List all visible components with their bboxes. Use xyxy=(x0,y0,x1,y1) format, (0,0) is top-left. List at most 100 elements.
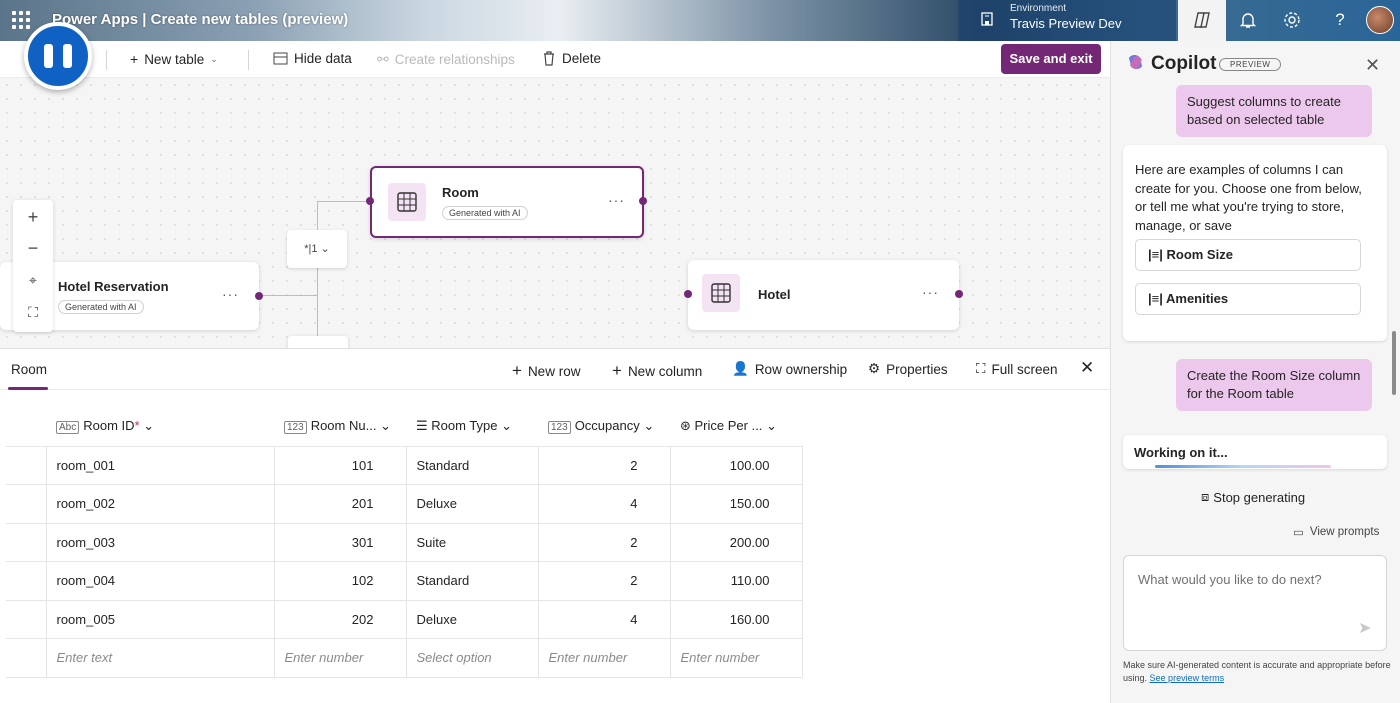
column-header[interactable]: Abc Room ID* ⌄ xyxy=(46,406,274,447)
connection-handle[interactable] xyxy=(955,290,963,298)
zoom-out-icon[interactable]: − xyxy=(13,233,53,263)
table-row[interactable]: room_002 201 Deluxe 4 150.00 xyxy=(6,484,803,524)
hotel-table-node[interactable]: Hotel ··· xyxy=(688,260,959,330)
table-cell[interactable]: room_005 xyxy=(46,600,275,639)
row-selector[interactable] xyxy=(6,523,47,562)
column-header[interactable]: 123 Room Nu... ⌄ xyxy=(274,406,406,447)
table-cell[interactable]: Deluxe xyxy=(406,600,539,639)
table-cell[interactable]: 150.00 xyxy=(670,484,803,524)
new-table-button[interactable]: + New table ⌄ xyxy=(130,51,218,67)
help-icon[interactable]: ? xyxy=(1330,10,1350,30)
bell-icon[interactable] xyxy=(1238,10,1258,30)
environment-picker[interactable]: Environment Travis Preview Dev xyxy=(958,0,1176,41)
placeholder-cell[interactable]: Enter number xyxy=(670,638,803,678)
new-row-button[interactable]: + New row xyxy=(512,361,580,381)
table-cell[interactable]: Deluxe xyxy=(406,484,539,524)
row-selector[interactable] xyxy=(6,484,47,524)
gear-icon[interactable] xyxy=(1282,10,1302,30)
table-cell[interactable]: Standard xyxy=(406,446,539,485)
save-and-exit-button[interactable]: Save and exit xyxy=(1001,44,1101,74)
row-selector[interactable] xyxy=(6,561,47,601)
column-header[interactable]: 123 Occupancy ⌄ xyxy=(538,406,670,447)
zoom-in-icon[interactable]: + xyxy=(13,202,53,232)
fit-view-icon[interactable]: ⌖ xyxy=(13,265,53,295)
table-cell[interactable]: Standard xyxy=(406,561,539,601)
table-grid-icon xyxy=(388,183,426,221)
table-cell[interactable]: 201 xyxy=(274,484,407,524)
progress-bar xyxy=(1155,465,1331,468)
more-options-icon[interactable]: ··· xyxy=(608,192,625,208)
column-header[interactable]: ☰ Room Type ⌄ xyxy=(406,406,538,447)
scrollbar[interactable] xyxy=(1392,331,1396,395)
node-name: Hotel Reservation xyxy=(58,279,169,294)
placeholder-cell[interactable]: Select option xyxy=(406,638,539,678)
close-icon[interactable]: ✕ xyxy=(1080,358,1094,378)
table-cell[interactable]: 2 xyxy=(538,446,671,485)
table-cell[interactable]: 4 xyxy=(538,484,671,524)
new-column-button[interactable]: + New column xyxy=(612,361,702,381)
diagram-canvas[interactable]: *|1 ⌄ Room Generated with AI ··· Hotel R… xyxy=(0,78,1110,348)
properties-button[interactable]: ⚙ Properties xyxy=(868,361,948,377)
preview-badge: PREVIEW xyxy=(1219,58,1282,71)
connection-handle[interactable] xyxy=(366,197,374,205)
table-cell[interactable]: 301 xyxy=(274,523,407,562)
table-cell[interactable]: 4 xyxy=(538,600,671,639)
delete-button[interactable]: Delete xyxy=(542,51,601,66)
close-icon[interactable]: ✕ xyxy=(1365,55,1380,76)
table-cell[interactable]: room_002 xyxy=(46,484,275,524)
more-options-icon[interactable]: ··· xyxy=(922,284,939,300)
table-cell[interactable]: 100.00 xyxy=(670,446,803,485)
avatar[interactable] xyxy=(1366,6,1394,34)
connection-handle[interactable] xyxy=(639,197,647,205)
full-screen-button[interactable]: ⛶ Full screen xyxy=(976,361,1057,377)
table-cell[interactable]: 2 xyxy=(538,523,671,562)
table-cell[interactable]: 110.00 xyxy=(670,561,803,601)
minimap-icon[interactable]: ⛶ xyxy=(13,297,53,327)
new-row-entry[interactable]: Enter text Enter number Select option Enter… xyxy=(6,638,803,678)
number-column-icon: 123 xyxy=(548,420,571,434)
table-row[interactable]: room_004 102 Standard 2 110.00 xyxy=(6,561,803,601)
room-table-node[interactable]: Room Generated with AI ··· xyxy=(370,166,644,238)
placeholder-cell[interactable]: Enter number xyxy=(538,638,671,678)
pause-button[interactable] xyxy=(24,22,92,90)
gear-icon: ⚙ xyxy=(868,361,881,376)
relationship-symbol: *|1 xyxy=(304,243,318,255)
table-cell[interactable]: 160.00 xyxy=(670,600,803,639)
row-ownership-button[interactable]: 👤 Row ownership xyxy=(732,361,847,377)
table-row[interactable]: room_005 202 Deluxe 4 160.00 xyxy=(6,600,803,639)
row-selector[interactable] xyxy=(6,446,47,485)
preview-terms-link[interactable]: See preview terms xyxy=(1150,673,1225,683)
table-row[interactable]: room_003 301 Suite 2 200.00 xyxy=(6,523,803,562)
table-cell[interactable]: 2 xyxy=(538,561,671,601)
relationship-selector[interactable]: *|1 ⌄ xyxy=(287,230,347,268)
table-cell[interactable]: room_001 xyxy=(46,446,275,485)
send-icon[interactable]: ➤ xyxy=(1358,618,1371,638)
copilot-toggle-button[interactable] xyxy=(1178,0,1226,41)
table-cell[interactable]: 200.00 xyxy=(670,523,803,562)
suggestion-room-size-button[interactable]: |≡| Room Size xyxy=(1135,239,1361,271)
row-selector[interactable] xyxy=(6,600,47,639)
table-cell[interactable]: 202 xyxy=(274,600,407,639)
hide-data-button[interactable]: Hide data xyxy=(273,51,352,66)
table-cell[interactable]: room_004 xyxy=(46,561,275,601)
waffle-menu-icon[interactable] xyxy=(12,11,30,29)
table-cell[interactable]: Suite xyxy=(406,523,539,562)
column-header[interactable]: ⊛ Price Per ... ⌄ xyxy=(670,406,802,447)
view-prompts-button[interactable]: ▭ View prompts xyxy=(1293,525,1379,539)
tab-room[interactable]: Room xyxy=(11,362,47,377)
more-options-icon[interactable]: ··· xyxy=(222,286,239,302)
create-relationships-button[interactable]: ⚯ Create relationships xyxy=(377,51,515,68)
grid-toolbar: Room + New row + New column 👤 Row ownership… xyxy=(0,349,1110,390)
placeholder-cell[interactable]: Enter text xyxy=(46,638,275,678)
table-cell[interactable]: room_003 xyxy=(46,523,275,562)
placeholder-cell[interactable]: Enter number xyxy=(274,638,407,678)
connection-handle[interactable] xyxy=(255,292,263,300)
copilot-prompt-input[interactable] xyxy=(1138,572,1368,632)
stop-generating-button[interactable]: ⧈ Stop generating xyxy=(1201,489,1305,505)
table-cell[interactable]: 102 xyxy=(274,561,407,601)
chevron-down-icon: ⌄ xyxy=(320,243,330,255)
connection-handle[interactable] xyxy=(684,290,692,298)
table-cell[interactable]: 101 xyxy=(274,446,407,485)
table-row[interactable]: room_001 101 Standard 2 100.00 xyxy=(6,446,803,485)
suggestion-amenities-button[interactable]: |≡| Amenities xyxy=(1135,283,1361,315)
